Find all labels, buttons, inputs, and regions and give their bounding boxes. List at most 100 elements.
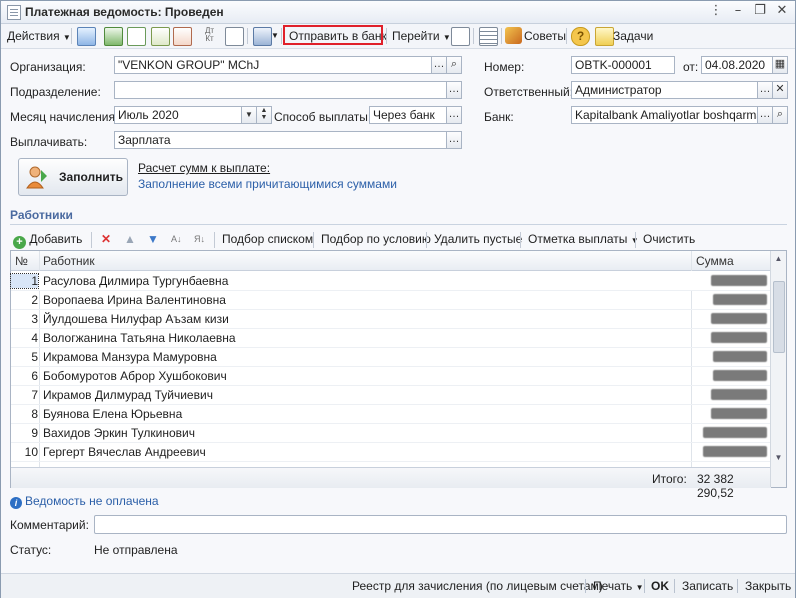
scroll-thumb[interactable]	[773, 281, 785, 353]
move-up-icon[interactable]: ▲	[124, 230, 136, 248]
department-select-button[interactable]: …	[446, 81, 462, 99]
payment-method-select-button[interactable]: …	[446, 106, 462, 124]
payment-mark-menu[interactable]: Отметка выплаты ▼	[528, 230, 639, 248]
scroll-down-icon[interactable]: ▼	[772, 451, 785, 465]
calendar-icon[interactable]: ▦	[772, 56, 788, 74]
month-spin-icon[interactable]: ▲ ▼	[256, 106, 272, 124]
help-icon[interactable]: ?	[571, 27, 590, 46]
row-sum-redacted	[711, 408, 767, 419]
responsible-clear-icon[interactable]: ✕	[772, 81, 788, 99]
organization-select-button[interactable]: …	[431, 56, 447, 74]
add-document-icon[interactable]	[151, 27, 170, 46]
restore-icon[interactable]: ❐	[753, 3, 767, 19]
column-worker[interactable]: Работник	[43, 254, 95, 268]
organization-field[interactable]: "VENKON GROUP" MChJ	[114, 56, 432, 74]
print-menu[interactable]: Печать ▼	[593, 579, 644, 593]
move-down-icon[interactable]: ▼	[147, 230, 159, 248]
structure-icon[interactable]	[451, 27, 470, 46]
date-field[interactable]: 04.08.2020	[701, 56, 773, 74]
row-name: Икрамова Манзура Мамуровна	[43, 350, 217, 364]
movements-icon[interactable]: Дт Кт	[201, 27, 218, 44]
post-and-close-icon[interactable]	[77, 27, 96, 46]
table-scrollbar[interactable]: ▲ ▼	[770, 251, 786, 487]
table-row[interactable]: 3 Йулдошева Нилуфар Аъзам кизи	[11, 309, 771, 329]
registry-button[interactable]: Реестр для зачисления (по лицевым счетам…	[352, 579, 603, 593]
bank-field[interactable]: Kapitalbank Amaliyotlar boshqarmasi	[571, 106, 758, 124]
row-name: Буянова Елена Юрьевна	[43, 407, 183, 421]
table-row[interactable]: 10 Гергерт Вячеслав Андреевич	[11, 442, 771, 462]
fill-mode-link[interactable]: Заполнение всеми причитающимися суммами	[138, 177, 397, 191]
select-condition-button[interactable]: Подбор по условию	[321, 230, 431, 248]
column-sum[interactable]: Сумма	[696, 254, 734, 268]
responsible-field[interactable]: Администратор	[571, 81, 758, 99]
row-name: Воропаева Ирина Валентиновна	[43, 293, 226, 307]
sort-asc-icon[interactable]: А↓	[171, 230, 182, 248]
clear-button[interactable]: Очистить	[643, 230, 695, 248]
tips-button[interactable]: Советы	[524, 27, 566, 45]
list-view-icon[interactable]	[479, 27, 498, 46]
fill-person-icon	[26, 166, 47, 189]
table-row[interactable]: 4 Вологжанина Татьяна Николаевна	[11, 328, 771, 348]
month-dropdown-icon[interactable]: ▼	[241, 106, 257, 124]
table-row[interactable]: 5 Икрамова Манзура Мамуровна	[11, 347, 771, 367]
month-label: Месяц начисления:	[10, 110, 119, 124]
goto-menu[interactable]: Перейти ▼	[392, 27, 451, 45]
scroll-up-icon[interactable]: ▲	[772, 252, 785, 266]
add-row-button[interactable]: + Добавить	[13, 230, 83, 249]
table-row[interactable]: 8 Буянова Елена Юрьевна	[11, 404, 771, 424]
table-row[interactable]: 9 Вахидов Эркин Тулкинович	[11, 423, 771, 443]
number-field[interactable]: OBTK-000001	[571, 56, 675, 74]
month-field[interactable]: Июль 2020	[114, 106, 242, 124]
unpost-icon[interactable]	[173, 27, 192, 46]
tasks-icon[interactable]	[595, 27, 614, 46]
close-button[interactable]: Закрыть	[745, 579, 791, 593]
organization-open-icon[interactable]: ⌕	[446, 56, 462, 74]
create-based-on-dropdown-icon[interactable]: ▼	[271, 27, 279, 45]
column-num[interactable]: №	[15, 254, 28, 268]
bank-select-button[interactable]: …	[757, 106, 773, 124]
row-name: Расулова Дилмира Тургунбаевна	[43, 274, 229, 288]
table-row[interactable]: 7 Икрамов Дилмурад Туйчиевич	[11, 385, 771, 405]
calc-sums-link[interactable]: Расчет сумм к выплате:	[138, 161, 270, 175]
row-name: Гергерт Вячеслав Андреевич	[43, 445, 206, 459]
select-list-button[interactable]: Подбор списком	[222, 230, 313, 248]
add-row-label: Добавить	[29, 232, 83, 246]
actions-menu[interactable]: Действия ▼	[7, 27, 71, 45]
table-row[interactable]: 2 Воропаева Ирина Валентиновна	[11, 290, 771, 310]
bank-open-icon[interactable]: ⌕	[772, 106, 788, 124]
row-sum-redacted	[703, 446, 767, 457]
minimize-icon[interactable]: –	[731, 3, 745, 19]
pay-field[interactable]: Зарплата	[114, 131, 447, 149]
tasks-button[interactable]: Задачи	[613, 27, 653, 45]
delete-icon[interactable]: ✕	[101, 230, 111, 248]
more-icon[interactable]: ⋮	[709, 3, 723, 19]
document-icon	[7, 5, 21, 20]
row-sum-redacted	[711, 332, 767, 343]
ok-button[interactable]: OK	[651, 579, 669, 593]
sort-desc-icon[interactable]: Я↓	[194, 230, 205, 248]
title-bar: Платежная ведомость: Проведен ⋮ – ❐ ✕	[1, 1, 795, 24]
pay-select-button[interactable]: …	[446, 131, 462, 149]
pay-label: Выплачивать:	[10, 135, 88, 149]
responsible-select-button[interactable]: …	[757, 81, 773, 99]
payment-method-field[interactable]: Через банк	[369, 106, 447, 124]
table-row[interactable]: 1 Расулова Дилмира Тургунбаевна	[10, 271, 771, 291]
row-sum-redacted	[711, 313, 767, 324]
row-num: 3	[31, 312, 38, 326]
save-button[interactable]: Записать	[682, 579, 733, 593]
fill-button[interactable]: Заполнить	[18, 158, 128, 196]
comment-field[interactable]	[94, 515, 787, 534]
refresh-icon[interactable]	[104, 27, 123, 46]
bank-label: Банк:	[484, 110, 514, 124]
tips-icon[interactable]	[505, 27, 522, 44]
department-field[interactable]	[114, 81, 447, 99]
create-based-on-icon[interactable]	[253, 27, 272, 46]
table-row[interactable]: 6 Бобомуротов Аброр Хушбокович	[11, 366, 771, 386]
info-icon: i	[10, 497, 22, 509]
status-label: Статус:	[10, 543, 52, 557]
total-label: Итого:	[652, 472, 687, 486]
report-icon[interactable]	[225, 27, 244, 46]
post-icon[interactable]	[127, 27, 146, 46]
close-icon[interactable]: ✕	[775, 3, 789, 19]
delete-empty-button[interactable]: Удалить пустые	[434, 230, 522, 248]
